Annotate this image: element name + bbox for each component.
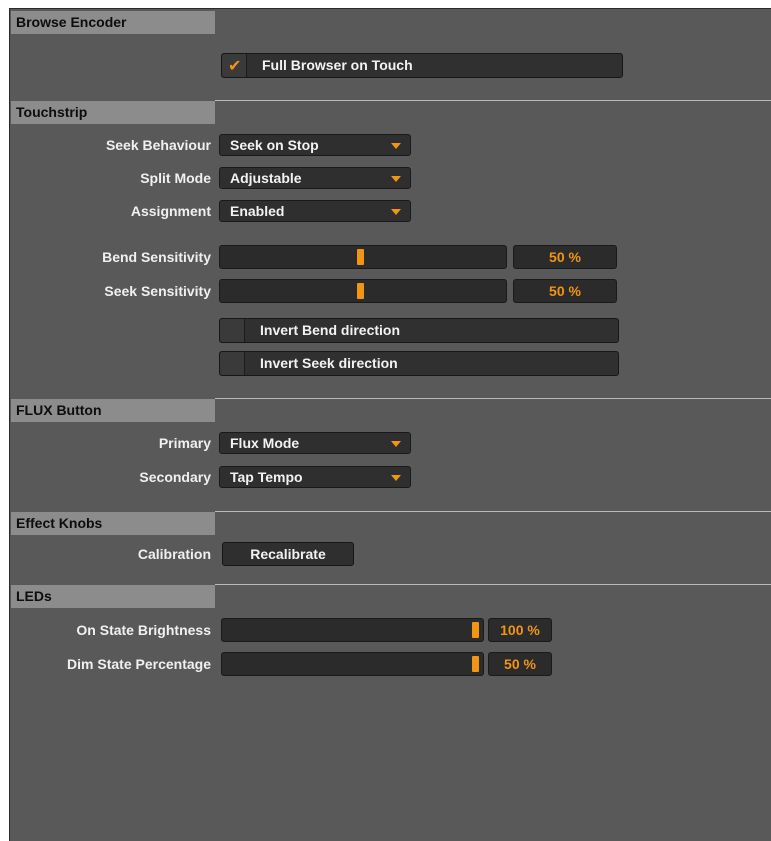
section-divider (215, 511, 771, 512)
checkbox-box[interactable] (220, 319, 245, 342)
invert-bend-direction-label: Invert Bend direction (260, 322, 401, 338)
on-state-brightness-value[interactable]: 100 % (488, 618, 552, 642)
dropdown-arrow-icon (391, 176, 401, 182)
checkbox-box[interactable] (220, 352, 245, 375)
seek-sensitivity-label: Seek Sensitivity (104, 283, 211, 299)
calibration-label: Calibration (137, 546, 211, 562)
slider-thumb[interactable] (357, 249, 364, 265)
dim-state-percentage-value[interactable]: 50 % (488, 652, 552, 676)
invert-seek-direction-label: Invert Seek direction (260, 355, 398, 371)
bend-sensitivity-label: Bend Sensitivity (102, 249, 211, 265)
dim-state-percentage-label: Dim State Percentage (67, 656, 211, 672)
assignment-value: Enabled (230, 203, 285, 219)
invert-seek-direction-checkbox[interactable]: Invert Seek direction (219, 351, 619, 376)
seek-behaviour-value: Seek on Stop (230, 137, 319, 153)
bend-sensitivity-value[interactable]: 50 % (513, 245, 617, 269)
primary-value: Flux Mode (230, 435, 300, 451)
on-state-brightness-slider[interactable] (221, 618, 484, 642)
recalibrate-button[interactable]: Recalibrate (222, 542, 354, 566)
section-header-leds: LEDs (11, 585, 215, 608)
seek-sensitivity-value[interactable]: 50 % (513, 279, 617, 303)
dropdown-arrow-icon (391, 209, 401, 215)
split-mode-dropdown[interactable]: Adjustable (219, 167, 411, 189)
section-header-effect-knobs: Effect Knobs (11, 512, 215, 535)
secondary-dropdown[interactable]: Tap Tempo (219, 466, 411, 488)
split-mode-label: Split Mode (140, 170, 211, 186)
seek-sensitivity-slider[interactable] (219, 279, 507, 303)
dim-state-percentage-slider[interactable] (221, 652, 484, 676)
on-state-brightness-label: On State Brightness (76, 622, 211, 638)
section-divider (215, 100, 771, 101)
primary-dropdown[interactable]: Flux Mode (219, 432, 411, 454)
secondary-label: Secondary (139, 469, 211, 485)
preferences-panel: Browse Encoder ✔ Full Browser on Touch T… (9, 8, 771, 841)
full-browser-on-touch-label: Full Browser on Touch (262, 57, 413, 73)
section-divider (215, 584, 771, 585)
slider-thumb[interactable] (472, 656, 479, 672)
dropdown-arrow-icon (391, 143, 401, 149)
seek-behaviour-dropdown[interactable]: Seek on Stop (219, 134, 411, 156)
primary-label: Primary (158, 435, 211, 451)
checkbox-box[interactable]: ✔ (222, 54, 247, 77)
section-header-flux-button: FLUX Button (11, 399, 215, 422)
secondary-value: Tap Tempo (230, 469, 303, 485)
invert-bend-direction-checkbox[interactable]: Invert Bend direction (219, 318, 619, 343)
section-header-browse-encoder: Browse Encoder (11, 11, 215, 34)
section-header-touchstrip: Touchstrip (11, 101, 215, 124)
dropdown-arrow-icon (391, 475, 401, 481)
dropdown-arrow-icon (391, 441, 401, 447)
slider-thumb[interactable] (357, 283, 364, 299)
bend-sensitivity-slider[interactable] (219, 245, 507, 269)
assignment-dropdown[interactable]: Enabled (219, 200, 411, 222)
split-mode-value: Adjustable (230, 170, 302, 186)
slider-thumb[interactable] (472, 622, 479, 638)
assignment-label: Assignment (130, 203, 211, 219)
section-divider (215, 398, 771, 399)
seek-behaviour-label: Seek Behaviour (105, 137, 211, 153)
checkmark-icon: ✔ (228, 56, 242, 75)
full-browser-on-touch-checkbox[interactable]: ✔ Full Browser on Touch (221, 53, 623, 78)
